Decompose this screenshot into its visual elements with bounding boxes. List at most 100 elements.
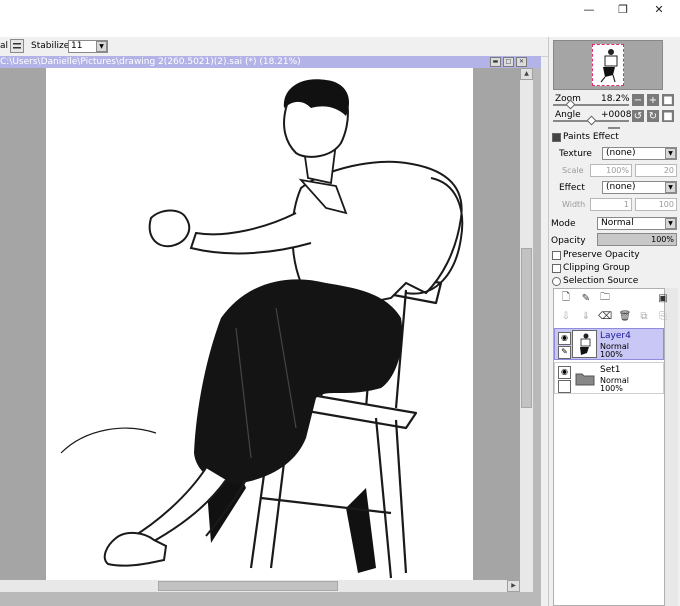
- layer-opacity: 100%: [600, 384, 623, 393]
- width-number: 100: [658, 200, 674, 209]
- figure-drawing: [60, 79, 464, 579]
- layer-name: Layer4: [600, 331, 631, 341]
- apply-mask-button[interactable]: ⧉: [638, 310, 650, 322]
- stabilizer-label: Stabilizer: [31, 41, 73, 51]
- paints-effect-header: Paints Effect: [563, 132, 619, 142]
- layer-mask-button[interactable]: ▣: [657, 292, 669, 304]
- clipping-group-checkbox[interactable]: [552, 264, 561, 273]
- flip-button[interactable]: ■: [662, 110, 674, 122]
- zoom-in-button[interactable]: +: [647, 94, 659, 106]
- restore-button[interactable]: ❐: [606, 0, 640, 18]
- new-set-button[interactable]: 🗀: [599, 292, 611, 304]
- layer-opacity: 100%: [600, 350, 623, 359]
- scroll-right-button[interactable]: ▶: [507, 580, 520, 592]
- chevron-down-icon: ▼: [665, 182, 676, 193]
- close-icon: ✕: [654, 2, 664, 16]
- stabilizer-value: 11: [71, 41, 83, 51]
- rotate-right-icon: ↻: [648, 110, 658, 122]
- navigator-side: [665, 40, 677, 90]
- minimize-button[interactable]: —: [572, 0, 606, 18]
- lock-checkbox[interactable]: [558, 380, 571, 393]
- new-layer-button[interactable]: 🗋: [560, 292, 572, 304]
- flip-icon: ■: [663, 110, 673, 122]
- title-bar: — ❐ ✕: [0, 0, 680, 37]
- navigator-preview[interactable]: [553, 40, 663, 90]
- transfer-down-button[interactable]: ⇩: [560, 310, 572, 322]
- zoom-out-button[interactable]: −: [632, 94, 644, 106]
- panel-splitter[interactable]: [608, 127, 620, 129]
- canvas-minimize-button[interactable]: ▬: [490, 57, 501, 67]
- scale-field[interactable]: 100%: [590, 164, 632, 177]
- navigator-frame[interactable]: [592, 44, 624, 86]
- texture-label: Texture: [559, 149, 592, 159]
- rotate-right-button[interactable]: ↻: [647, 110, 659, 122]
- canvas-title-bar: C:\Users\Danielle\Pictures\drawing 2(260…: [0, 56, 541, 68]
- texture-value: (none): [606, 148, 636, 158]
- preserve-opacity-checkbox[interactable]: [552, 251, 561, 260]
- toolbar-left-label: al: [0, 41, 9, 51]
- opacity-slider[interactable]: 100%: [597, 233, 677, 246]
- vertical-scrollbar[interactable]: ▲: [520, 68, 533, 592]
- layer-row-set1[interactable]: ◉ Set1 Normal 100%: [554, 362, 664, 394]
- eye-icon[interactable]: ◉: [558, 332, 571, 345]
- angle-value: +0008: [601, 110, 632, 120]
- width-label: Width: [562, 200, 586, 209]
- scale-number-field[interactable]: 20: [635, 164, 677, 177]
- navigator-thumbnail: [600, 49, 618, 83]
- effect-select[interactable]: (none) ▼: [602, 181, 677, 194]
- link-icon: ⎘: [659, 310, 667, 322]
- blend-mode-select[interactable]: Normal ▼: [597, 217, 677, 230]
- delete-layer-button[interactable]: 🗑: [619, 310, 632, 322]
- scale-label: Scale: [562, 166, 584, 175]
- width-number-field[interactable]: 100: [635, 198, 677, 211]
- canvas-close-button[interactable]: ✕: [516, 57, 527, 67]
- angle-label: Angle: [555, 110, 581, 120]
- clear-layer-button[interactable]: ⌫: [597, 310, 613, 322]
- mask-icon: ▣: [658, 292, 668, 304]
- mask-link-button[interactable]: ⎘: [657, 310, 669, 322]
- canvas-viewport[interactable]: [0, 68, 520, 592]
- merge-down-button[interactable]: ⇓: [580, 310, 592, 322]
- vertical-scroll-thumb[interactable]: [521, 248, 532, 408]
- folder-icon: [575, 371, 595, 386]
- layer-panel-scrollbar[interactable]: [665, 288, 678, 606]
- width-value: 1: [623, 200, 629, 209]
- eraser-icon: ⌫: [597, 310, 613, 322]
- texture-select[interactable]: (none) ▼: [602, 147, 677, 160]
- drawing-paper[interactable]: [46, 68, 473, 592]
- layer-name: Set1: [600, 365, 621, 375]
- mode-value: Normal: [601, 218, 634, 228]
- layer-row-layer4[interactable]: ◉ ✎ Layer4 Normal 100%: [554, 328, 664, 360]
- paints-effect-collapse-icon[interactable]: [552, 133, 561, 142]
- apply-mask-icon: ⧉: [640, 310, 648, 322]
- chevron-down-icon: ▼: [665, 148, 676, 159]
- brush-icon[interactable]: ✎: [558, 346, 571, 359]
- scroll-up-button[interactable]: ▲: [520, 68, 533, 80]
- effect-value: (none): [606, 182, 636, 192]
- chevron-down-icon: ▼: [96, 41, 107, 52]
- close-button[interactable]: ✕: [642, 0, 676, 18]
- selection-source-radio[interactable]: [552, 277, 561, 286]
- minus-icon: −: [633, 94, 643, 106]
- canvas-maximize-button[interactable]: □: [503, 57, 514, 67]
- lines-icon: [13, 43, 21, 49]
- pen-page-icon: ✎: [581, 292, 591, 304]
- horizontal-scroll-thumb[interactable]: [158, 581, 338, 591]
- zoom-reset-button[interactable]: ■: [662, 94, 674, 106]
- eye-icon[interactable]: ◉: [558, 366, 571, 379]
- new-linework-layer-button[interactable]: ✎: [580, 292, 592, 304]
- scale-number: 20: [663, 166, 674, 175]
- width-field[interactable]: 1: [590, 198, 632, 211]
- merge-icon: ⇓: [581, 310, 591, 322]
- canvas-window: C:\Users\Danielle\Pictures\drawing 2(260…: [0, 56, 541, 606]
- plus-icon: +: [648, 94, 658, 106]
- toolbar-mode-button[interactable]: [10, 39, 24, 53]
- rotate-left-icon: ↺: [633, 110, 643, 122]
- square-icon: ■: [663, 94, 673, 106]
- opacity-value: 100%: [651, 235, 674, 244]
- mode-label: Mode: [551, 219, 576, 229]
- rotate-left-button[interactable]: ↺: [632, 110, 644, 122]
- stabilizer-select[interactable]: 11 ▼: [68, 40, 108, 53]
- horizontal-scrollbar[interactable]: ▶: [0, 580, 520, 592]
- preserve-opacity-label: Preserve Opacity: [563, 250, 640, 260]
